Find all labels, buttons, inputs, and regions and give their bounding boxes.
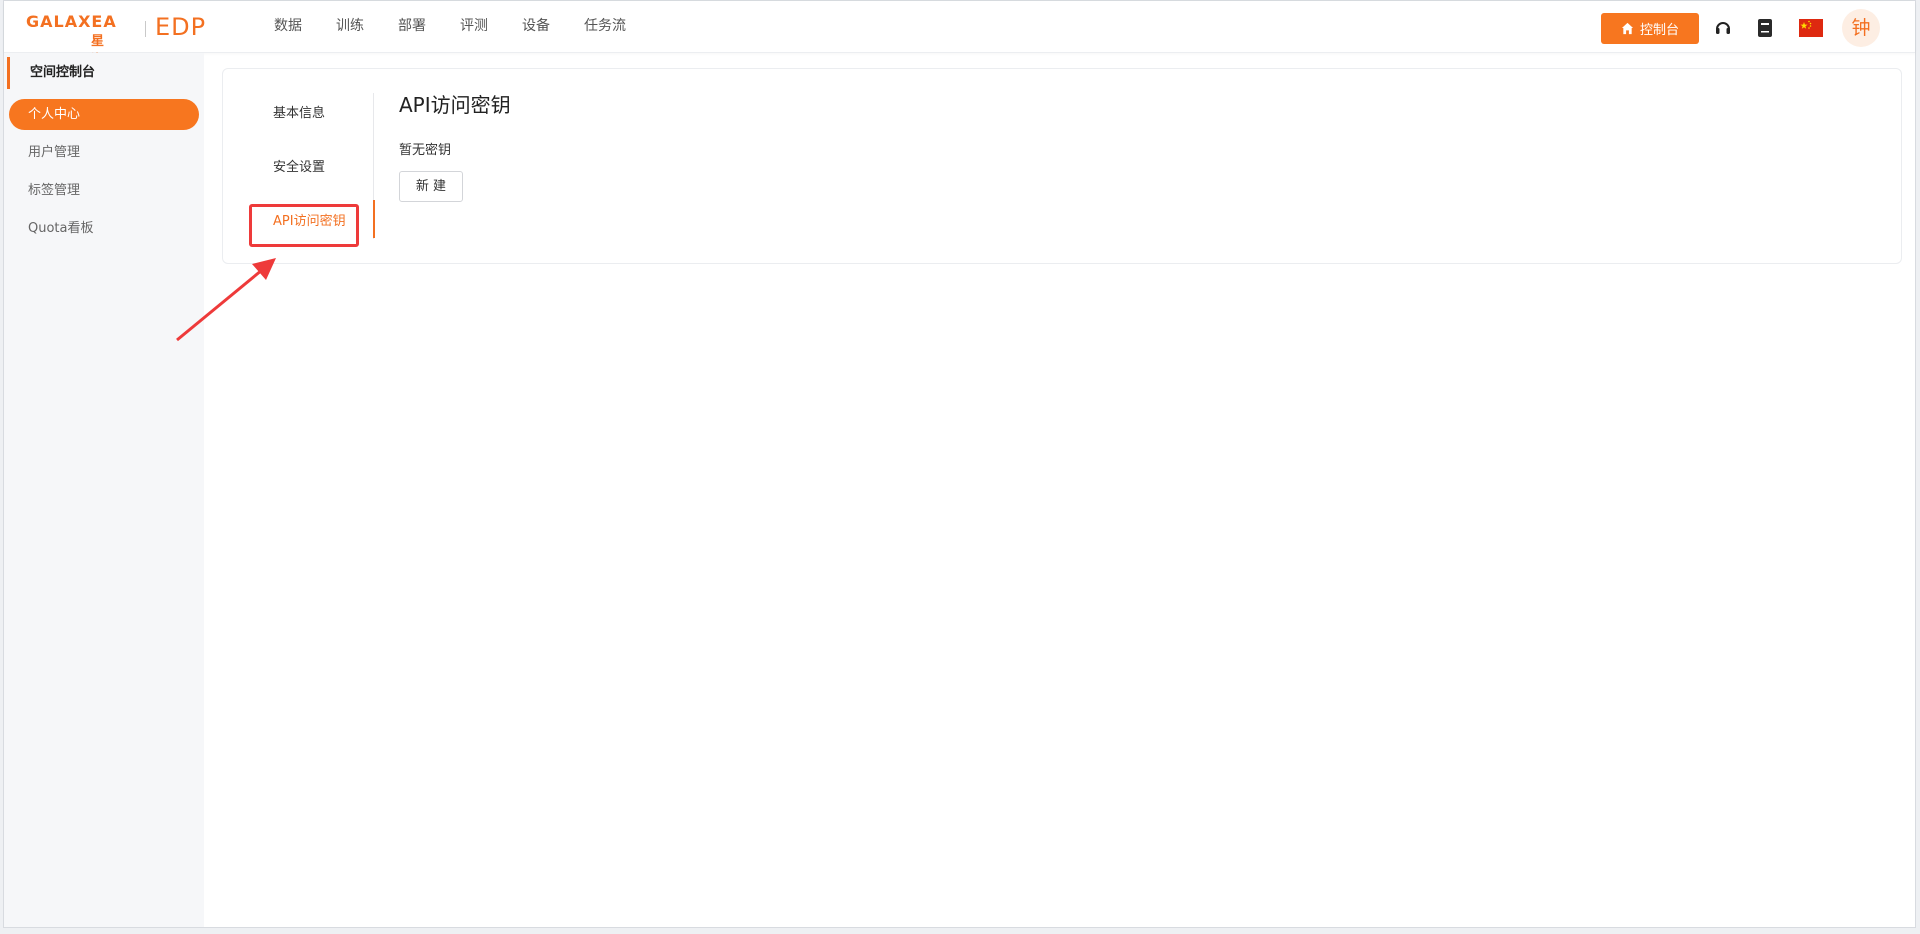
console-button[interactable]: 控制台 (1601, 13, 1699, 44)
logo-divider (145, 21, 146, 37)
nav-item-deploy[interactable]: 部署 (398, 1, 426, 52)
sidebar-item-personal-center[interactable]: 个人中心 (9, 99, 199, 130)
book-icon[interactable] (1754, 17, 1776, 39)
sidebar-title: 空间控制台 (7, 57, 210, 89)
api-keys-panel: API访问密钥 暂无密钥 新 建 (399, 89, 511, 202)
nav-item-evaluation[interactable]: 评测 (460, 1, 488, 52)
nav-item-training[interactable]: 训练 (336, 1, 364, 52)
empty-state-text: 暂无密钥 (399, 143, 452, 158)
page-title: API访问密钥 (399, 93, 511, 117)
nav-item-data[interactable]: 数据 (274, 1, 302, 52)
profile-card: 基本信息 安全设置 API访问密钥 API访问密钥 暂无密钥 新 建 (222, 68, 1902, 264)
app-window: GALAXEA 星海图 EDP 数据 训练 部署 评测 设备 任务流 控制台 (3, 0, 1916, 928)
logo-brand-text: GALAXEA (26, 12, 117, 31)
main-nav: 数据 训练 部署 评测 设备 任务流 (274, 1, 660, 52)
china-flag-icon[interactable] (1799, 19, 1823, 41)
home-icon (1621, 22, 1634, 35)
logo-product-text: EDP (155, 13, 207, 41)
active-tab-indicator (373, 200, 375, 238)
console-button-label: 控制台 (1639, 23, 1679, 38)
nav-item-devices[interactable]: 设备 (522, 1, 550, 52)
new-key-button[interactable]: 新 建 (399, 171, 463, 202)
annotation-arrow (176, 258, 276, 342)
headset-icon[interactable] (1712, 17, 1734, 39)
user-avatar[interactable]: 钟 (1842, 9, 1880, 47)
tab-basic-info[interactable]: 基本信息 (223, 99, 373, 129)
sidebar-item-user-management[interactable]: 用户管理 (9, 137, 199, 168)
sidebar-item-quota-board[interactable]: Quota看板 (9, 213, 199, 244)
sidebar-item-tag-management[interactable]: 标签管理 (9, 175, 199, 206)
tab-security-settings[interactable]: 安全设置 (223, 153, 373, 183)
sidebar: 空间控制台 个人中心 用户管理 标签管理 Quota看板 (4, 53, 204, 927)
nav-item-workflow[interactable]: 任务流 (584, 1, 626, 52)
annotation-highlight-box (249, 204, 359, 247)
top-navigation-bar: GALAXEA 星海图 EDP 数据 训练 部署 评测 设备 任务流 控制台 (4, 1, 1915, 87)
